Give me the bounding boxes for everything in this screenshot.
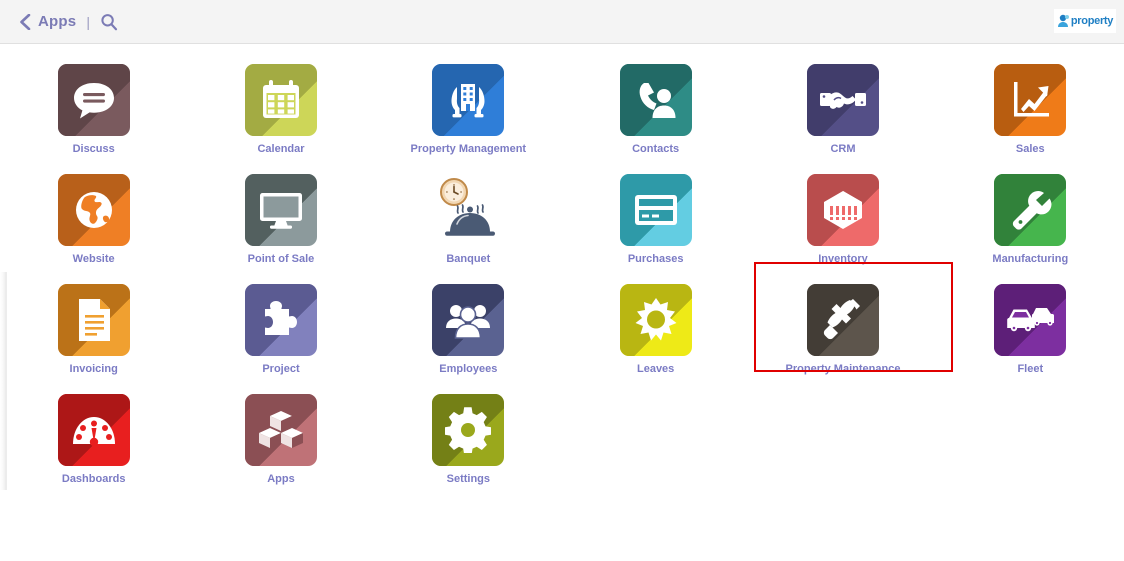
app-label: Banquet: [446, 253, 491, 265]
sun-icon: [635, 298, 677, 341]
app-tile-employees[interactable]: Employees: [375, 272, 562, 382]
app-label: Inventory: [818, 253, 868, 265]
purchases-tile: [619, 174, 692, 246]
inventory-tile: [806, 174, 879, 246]
app-tile-discuss[interactable]: Discuss: [0, 52, 187, 162]
hammer-icon: [823, 299, 860, 340]
brand-logo-text: property: [1070, 14, 1114, 27]
fleet-tile: [994, 284, 1067, 356]
app-tile-dashboards[interactable]: Dashboards: [0, 382, 187, 492]
app-label: Property Management: [410, 143, 527, 155]
hands-building-icon: [451, 84, 485, 118]
app-tile-fleet[interactable]: Fleet: [937, 272, 1124, 382]
globe-icon: [75, 192, 112, 228]
apps-tile: [244, 394, 317, 466]
app-label: Contacts: [632, 143, 680, 155]
app-tile-sales[interactable]: Sales: [937, 52, 1124, 162]
app-tile-banquet[interactable]: Banquet: [375, 162, 562, 272]
app-label: Project: [262, 363, 300, 375]
project-tile: [244, 284, 317, 356]
app-grid: Discuss Calendar Property Management Con…: [0, 44, 1124, 492]
app-label: Calendar: [257, 143, 305, 155]
app-tile-website[interactable]: Website: [0, 162, 187, 272]
top-bar: Apps | property: [0, 0, 1124, 44]
leaves-tile: [619, 284, 692, 356]
phone-person-icon: [639, 83, 676, 118]
app-tile-calendar[interactable]: Calendar: [187, 52, 374, 162]
property-management-tile: [432, 64, 505, 136]
puzzle-piece-icon: [264, 301, 297, 335]
app-label: Discuss: [72, 143, 115, 155]
app-tile-manufacturing[interactable]: Manufacturing: [937, 162, 1124, 272]
warehouse-icon: [823, 191, 862, 229]
calendar-tile: [244, 64, 317, 136]
app-label: Dashboards: [61, 473, 126, 485]
manufacturing-tile: [994, 174, 1067, 246]
app-label: Point of Sale: [247, 253, 315, 265]
boxes-icon: [258, 411, 303, 448]
calendar-icon: [262, 80, 299, 118]
sales-tile: [994, 64, 1067, 136]
banquet-tile: [432, 174, 504, 246]
contacts-tile: [619, 64, 692, 136]
app-tile-leaves[interactable]: Leaves: [562, 272, 749, 382]
settings-tile: [432, 394, 505, 466]
invoicing-tile: [57, 284, 130, 356]
apps-breadcrumb-label[interactable]: Apps: [38, 13, 76, 30]
app-grid-row: Invoicing Project Employees Leaves Prope…: [0, 262, 1124, 382]
app-label: Purchases: [627, 253, 684, 265]
app-label: Manufacturing: [992, 253, 1069, 265]
search-icon[interactable]: [100, 13, 118, 31]
growth-chart-icon: [1014, 82, 1050, 117]
point-of-sale-tile: [244, 174, 317, 246]
brand-logo[interactable]: property: [1054, 9, 1116, 33]
app-grid-row: Discuss Calendar Property Management Con…: [0, 52, 1124, 162]
property-brand-icon: [1057, 14, 1070, 28]
app-tile-apps[interactable]: Apps: [187, 382, 374, 492]
discuss-tile: [57, 64, 130, 136]
property-maintenance-tile: [806, 284, 879, 356]
app-label: Website: [72, 253, 115, 265]
breadcrumb-divider: |: [86, 13, 90, 30]
cloche-clock-icon: [440, 178, 496, 236]
app-tile-point-of-sale[interactable]: Point of Sale: [187, 162, 374, 272]
app-label: Property Maintenance: [785, 363, 901, 375]
chevron-left-icon[interactable]: [18, 14, 31, 30]
app-label: Invoicing: [69, 363, 118, 375]
crm-tile: [806, 64, 879, 136]
app-tile-project[interactable]: Project: [187, 272, 374, 382]
app-label: Apps: [267, 473, 295, 485]
people-group-icon: [446, 305, 491, 339]
website-tile: [57, 174, 130, 246]
app-label: Sales: [1015, 143, 1045, 155]
dashboards-tile: [57, 394, 130, 466]
app-tile-crm[interactable]: CRM: [749, 52, 936, 162]
app-label: Fleet: [1017, 363, 1044, 375]
app-grid-row: Website Point of Sale Banquet Purchases …: [0, 162, 1124, 272]
app-grid-row: Dashboards Apps Settings: [0, 382, 1124, 492]
speech-bubble-icon: [73, 83, 114, 119]
monitor-icon: [259, 193, 302, 229]
app-label: Settings: [446, 473, 491, 485]
app-tile-contacts[interactable]: Contacts: [562, 52, 749, 162]
app-tile-property-management[interactable]: Property Management: [375, 52, 562, 162]
handshake-icon: [819, 92, 866, 109]
gear-icon: [445, 407, 492, 453]
cars-icon: [1007, 308, 1055, 332]
top-bar-left-group: Apps |: [18, 0, 118, 43]
app-tile-purchases[interactable]: Purchases: [562, 162, 749, 272]
app-label: Employees: [439, 363, 498, 375]
document-icon: [78, 299, 110, 341]
app-tile-inventory[interactable]: Inventory: [749, 162, 936, 272]
employees-tile: [432, 284, 505, 356]
wrench-icon: [1013, 191, 1052, 230]
gauge-icon: [72, 417, 115, 447]
app-label: CRM: [830, 143, 856, 155]
app-label: Leaves: [636, 363, 675, 375]
credit-card-icon: [634, 195, 677, 225]
app-tile-property-maintenance[interactable]: Property Maintenance: [749, 262, 954, 382]
app-tile-settings[interactable]: Settings: [375, 382, 562, 492]
app-tile-invoicing[interactable]: Invoicing: [0, 272, 187, 382]
